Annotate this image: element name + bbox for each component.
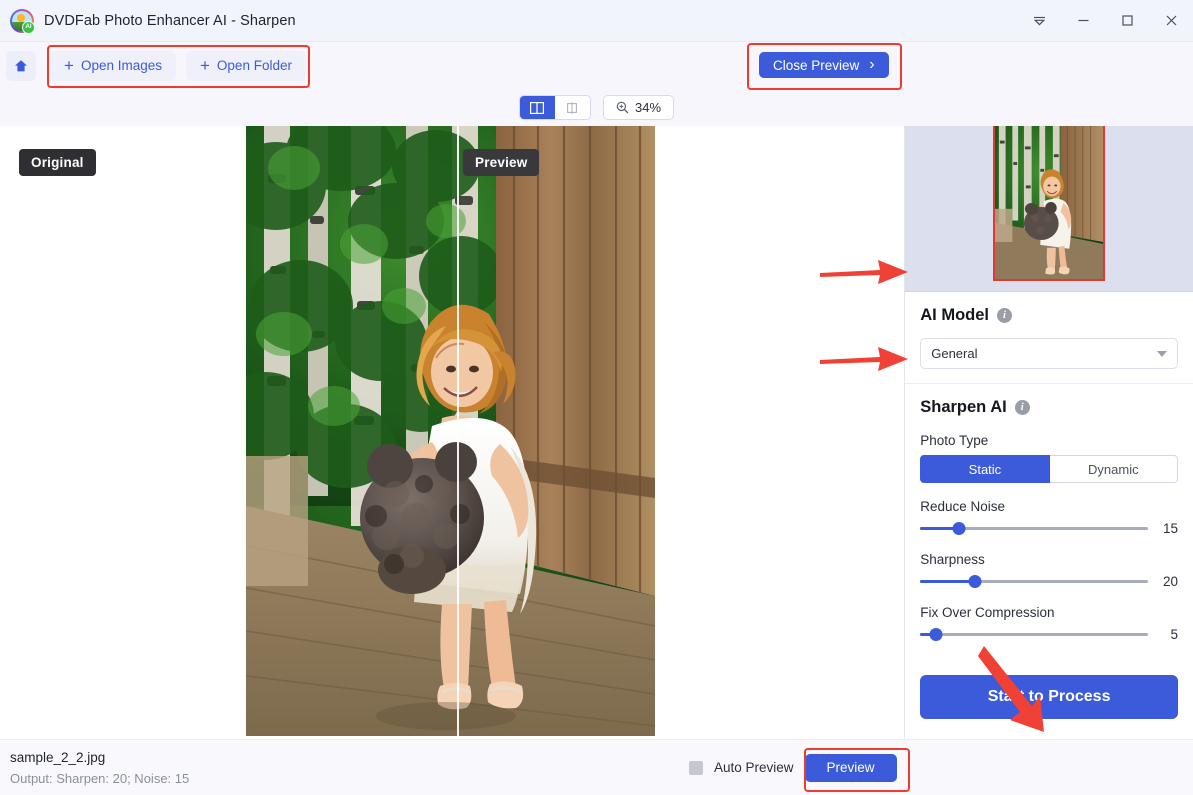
close-icon[interactable] xyxy=(1149,0,1193,41)
window-controls xyxy=(1017,0,1193,41)
sharpen-ai-title: Sharpen AI xyxy=(920,398,1007,416)
auto-preview-checkbox[interactable] xyxy=(689,760,703,775)
title-bar: AI DVDFab Photo Enhancer AI - Sharpen xyxy=(0,0,1193,42)
auto-preview-label: Auto Preview xyxy=(714,760,794,775)
original-badge: Original xyxy=(19,149,96,176)
settings-panel: AI Model i General Sharpen AI i Photo Ty… xyxy=(904,126,1193,739)
photo-type-toggle: Static Dynamic xyxy=(920,455,1179,483)
reduce-noise-slider[interactable] xyxy=(920,522,1148,535)
maximize-icon[interactable] xyxy=(1105,0,1149,41)
plus-icon: + xyxy=(199,55,210,75)
image-canvas[interactable]: Preview Original xyxy=(0,126,905,739)
status-bar: sample_2_2.jpg Output: Sharpen: 20; Nois… xyxy=(0,739,1193,795)
comparison-divider[interactable] xyxy=(457,126,459,736)
collapse-menu-icon[interactable] xyxy=(1017,0,1061,41)
sharpness-slider-row: 20 xyxy=(920,574,1178,589)
single-view-icon[interactable] xyxy=(554,96,590,119)
thumbnail-strip xyxy=(905,126,1193,292)
logo-ai-badge: AI xyxy=(22,20,35,34)
fix-over-compression-value: 5 xyxy=(1170,627,1178,642)
zoom-level-label: 34% xyxy=(634,100,662,115)
open-images-button[interactable]: + Open Images xyxy=(50,50,176,81)
open-folder-button[interactable]: + Open Folder xyxy=(185,50,306,81)
zoom-in-icon xyxy=(616,101,629,114)
sharpen-ai-heading: Sharpen AI i xyxy=(920,398,1178,417)
dvdfab-ai-logo-icon: AI xyxy=(10,8,35,34)
start-to-process-button[interactable]: Start to Process xyxy=(920,675,1178,719)
open-images-label: Open Images xyxy=(80,58,162,73)
output-info-label: Output: Sharpen: 20; Noise: 15 xyxy=(10,770,190,786)
view-mode-toggle xyxy=(518,95,591,120)
preview-button[interactable]: Preview xyxy=(804,753,897,782)
sharpen-ai-section: Sharpen AI i Photo Type Static Dynamic R… xyxy=(905,384,1193,656)
fix-over-compression-slider[interactable] xyxy=(920,628,1148,641)
panel-spacer xyxy=(905,656,1193,675)
sharpness-label: Sharpness xyxy=(920,552,985,567)
ai-model-title: AI Model xyxy=(920,306,989,324)
reduce-noise-label: Reduce Noise xyxy=(920,499,1006,514)
view-toolbar: 34% xyxy=(0,89,1193,126)
sharpness-slider[interactable] xyxy=(920,575,1148,588)
open-buttons-group: + Open Images + Open Folder xyxy=(50,50,306,81)
photo-type-dynamic-option[interactable]: Dynamic xyxy=(1049,455,1179,483)
fix-over-compression-slider-row: 5 xyxy=(920,627,1178,642)
image-thumbnail[interactable] xyxy=(993,126,1106,281)
application-window: AI DVDFab Photo Enhancer AI - Sharpen + xyxy=(0,0,1193,795)
reduce-noise-slider-row: 15 xyxy=(920,521,1178,536)
split-view-icon[interactable] xyxy=(519,96,555,119)
info-icon[interactable]: i xyxy=(1014,400,1030,415)
fix-over-compression-label: Fix Over Compression xyxy=(920,605,1055,620)
sharpness-value: 20 xyxy=(1162,574,1178,589)
photo-type-label: Photo Type xyxy=(920,433,989,448)
comparison-image[interactable]: Preview xyxy=(246,126,655,736)
plus-icon: + xyxy=(64,55,74,75)
minimize-icon[interactable] xyxy=(1061,0,1105,41)
zoom-control[interactable]: 34% xyxy=(602,95,675,120)
ai-model-section: AI Model i General xyxy=(905,292,1193,384)
ai-model-heading: AI Model i xyxy=(920,306,1178,325)
file-name-label: sample_2_2.jpg xyxy=(10,749,106,765)
status-actions: Auto Preview Preview xyxy=(689,740,897,795)
close-preview-button[interactable]: Close Preview › xyxy=(759,52,889,78)
home-icon[interactable] xyxy=(6,50,36,81)
action-toolbar: + Open Images + Open Folder xyxy=(0,42,1193,89)
ai-model-select[interactable]: General xyxy=(920,338,1178,369)
reduce-noise-value: 15 xyxy=(1162,521,1178,536)
chevron-down-icon xyxy=(1157,350,1167,357)
close-preview-label: Close Preview xyxy=(773,57,860,73)
preview-badge: Preview xyxy=(463,149,540,176)
open-folder-label: Open Folder xyxy=(216,58,292,73)
info-icon[interactable]: i xyxy=(996,308,1012,323)
chevron-right-icon: › xyxy=(869,56,875,73)
file-info: sample_2_2.jpg Output: Sharpen: 20; Nois… xyxy=(10,750,189,786)
window-title: DVDFab Photo Enhancer AI - Sharpen xyxy=(44,12,296,29)
main-body: Preview Original AI Model i General Shar… xyxy=(0,126,1193,739)
photo-type-static-option[interactable]: Static xyxy=(920,455,1050,483)
ai-model-selected-value: General xyxy=(931,346,978,361)
